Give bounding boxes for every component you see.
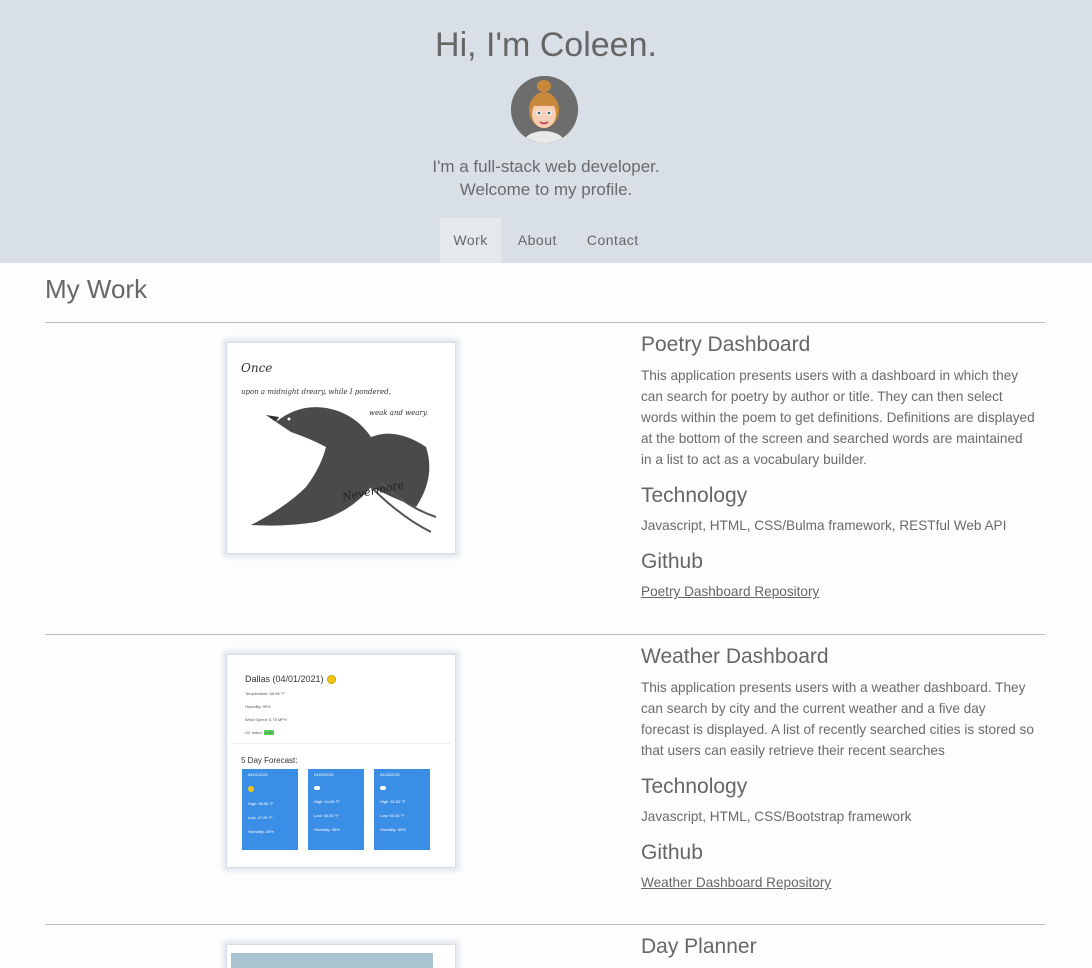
divider — [231, 743, 451, 744]
weather-uv: UV Index: 0.19 — [245, 730, 274, 735]
forecast-card: 04/03/2021 High: 62.82 °F Low: 50.34 °F … — [374, 769, 430, 850]
repository-link[interactable]: Poetry Dashboard Repository — [641, 584, 819, 599]
sun-icon — [326, 675, 336, 685]
nav-about[interactable]: About — [505, 218, 570, 263]
technology-list: Javascript, HTML, CSS/Bootstrap framewor… — [641, 809, 912, 824]
hero-header: Hi, I'm Coleen. I'm a full-stack web dev… — [0, 0, 1092, 263]
forecast-heading: 5 Day Forecast: — [241, 756, 298, 765]
tagline-line-2: Welcome to my profile. — [459, 180, 633, 199]
project-info: Poetry Dashboard This application presen… — [641, 333, 1036, 602]
project-title: Day Planner — [641, 935, 757, 958]
section-title: My Work — [45, 274, 148, 304]
weather-thumbnail-image: Dallas (04/01/2021) Temperature: 66.56 °… — [231, 659, 451, 863]
tagline: I'm a full-stack web developer. Welcome … — [0, 155, 1092, 201]
project-weather-dashboard: Dallas (04/01/2021) Temperature: 66.56 °… — [45, 634, 1045, 924]
avatar-illustration — [511, 76, 578, 143]
weather-humidity: Humidity: 95% — [245, 704, 271, 709]
weather-temperature: Temperature: 66.56 °F — [245, 691, 285, 696]
cloud-icon — [380, 786, 386, 790]
technology-heading: Technology — [641, 484, 748, 507]
weather-wind: Wind Speed: 5.75 MPH — [245, 717, 287, 722]
project-day-planner: Day Planner — [45, 924, 1045, 968]
main-nav: Work About Contact — [0, 218, 1092, 263]
project-title: Poetry Dashboard — [641, 333, 811, 356]
cloud-icon — [314, 786, 320, 790]
github-heading: Github — [641, 550, 703, 573]
project-description: This application presents users with a w… — [641, 680, 1034, 758]
nav-work[interactable]: Work — [440, 218, 501, 263]
project-info: Weather Dashboard This application prese… — [641, 645, 1036, 893]
poem-line-2: upon a midnight dreary, while I pondered… — [241, 388, 391, 396]
project-poetry-dashboard: Once upon a midnight dreary, while I pon… — [45, 322, 1045, 634]
project-info: Day Planner — [641, 935, 1036, 959]
github-heading: Github — [641, 841, 703, 864]
tagline-line-1: I'm a full-stack web developer. — [432, 157, 660, 176]
project-thumbnail[interactable]: Once upon a midnight dreary, while I pon… — [226, 342, 456, 554]
technology-heading: Technology — [641, 775, 748, 798]
weather-city-heading: Dallas (04/01/2021) — [245, 674, 336, 685]
poem-line-3: weak and weary. — [369, 409, 428, 417]
forecast-card: 04/01/2021 High: 66.56 °F Low: 47.95 °F … — [242, 769, 298, 850]
repository-link[interactable]: Weather Dashboard Repository — [641, 875, 831, 890]
poem-line-1: Once — [241, 361, 272, 375]
page-title: Hi, I'm Coleen. — [435, 26, 657, 64]
project-thumbnail[interactable]: Dallas (04/01/2021) Temperature: 66.56 °… — [226, 654, 456, 868]
avatar — [511, 76, 578, 143]
project-title: Weather Dashboard — [641, 645, 829, 668]
project-thumbnail[interactable] — [226, 944, 456, 968]
forecast-card: 04/02/2021 High: 64.08 °F Low: 46.45 °F … — [308, 769, 364, 850]
planner-thumbnail-image — [231, 953, 433, 968]
raven-illustration: Once upon a midnight dreary, while I pon… — [241, 361, 437, 533]
poetry-thumbnail-image: Once upon a midnight dreary, while I pon… — [231, 347, 451, 549]
sun-icon — [248, 786, 254, 792]
technology-list: Javascript, HTML, CSS/Bulma framework, R… — [641, 518, 1007, 533]
project-description: This application presents users with a d… — [641, 368, 1035, 467]
nav-contact[interactable]: Contact — [574, 218, 652, 263]
